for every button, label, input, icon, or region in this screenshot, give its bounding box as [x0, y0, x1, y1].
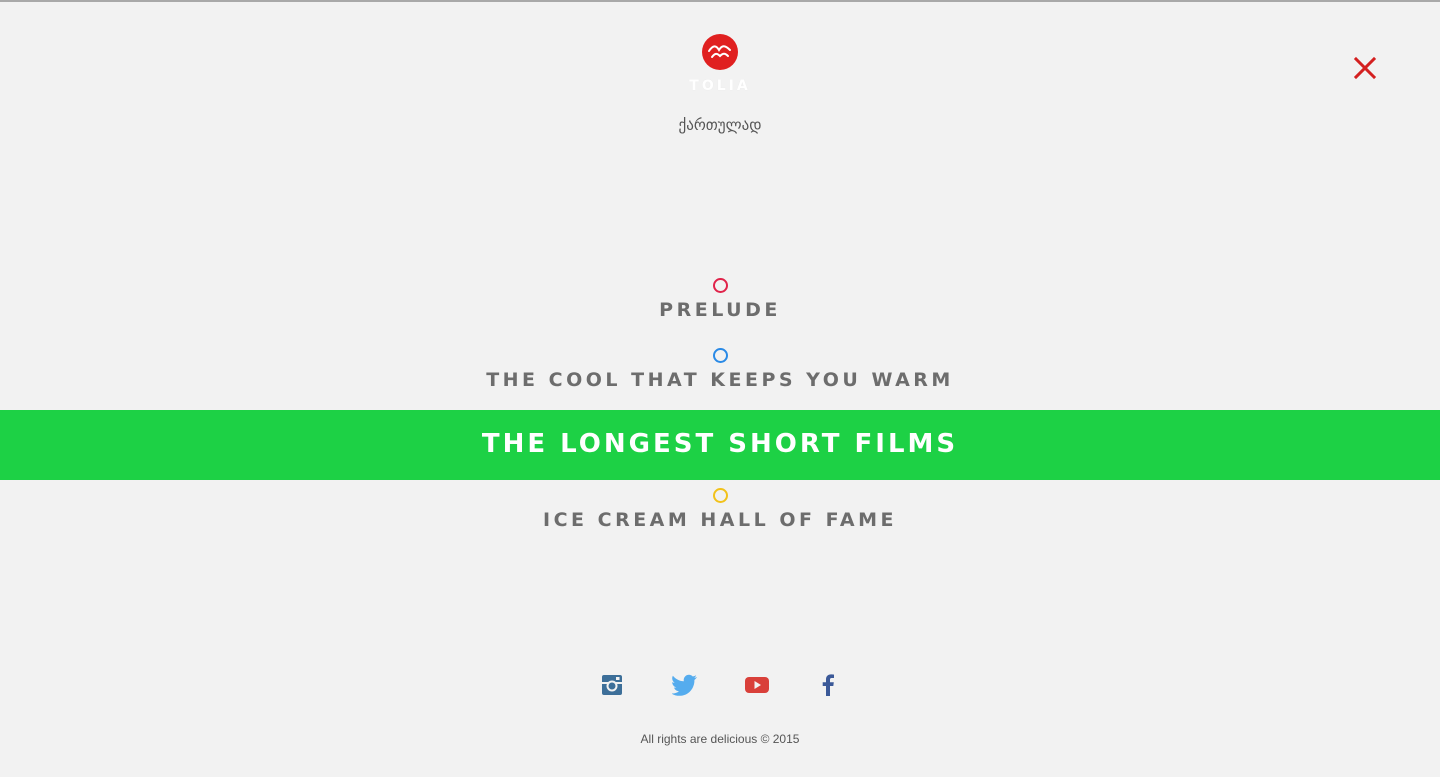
language-switch-link[interactable]: ქართულად — [0, 116, 1440, 134]
instagram-link[interactable] — [599, 672, 625, 698]
instagram-icon — [602, 675, 622, 695]
youtube-link[interactable] — [744, 672, 770, 698]
close-icon — [1353, 56, 1377, 80]
menu-item-label: ICE CREAM HALL OF FAME — [543, 509, 897, 531]
brand-logo[interactable]: TOLIA — [0, 34, 1440, 94]
menu-item-cool-that-keeps-you-warm[interactable]: THE COOL THAT KEEPS YOU WARM — [0, 340, 1440, 410]
menu-item-label: THE LONGEST SHORT FILMS — [481, 429, 959, 459]
twitter-icon — [672, 674, 697, 696]
menu-item-ice-cream-hall-of-fame[interactable]: ICE CREAM HALL OF FAME — [0, 480, 1440, 550]
youtube-icon — [745, 677, 769, 693]
brand-name: TOLIA — [689, 78, 751, 94]
main-menu: PRELUDE THE COOL THAT KEEPS YOU WARM THE… — [0, 270, 1440, 550]
menu-dot-icon — [713, 278, 728, 293]
menu-item-label: THE COOL THAT KEEPS YOU WARM — [486, 369, 954, 391]
menu-item-prelude[interactable]: PRELUDE — [0, 270, 1440, 340]
menu-item-label: PRELUDE — [659, 299, 781, 321]
social-links — [0, 672, 1440, 698]
facebook-icon — [822, 674, 834, 696]
top-border — [0, 0, 1440, 2]
twitter-link[interactable] — [672, 672, 698, 698]
menu-dot-icon — [713, 348, 728, 363]
facebook-link[interactable] — [815, 672, 841, 698]
menu-item-longest-short-films[interactable]: THE LONGEST SHORT FILMS — [0, 410, 1440, 480]
footer-copyright: All rights are delicious © 2015 — [640, 732, 800, 746]
close-button[interactable] — [1353, 56, 1377, 80]
menu-dot-icon — [713, 488, 728, 503]
logo-icon — [702, 34, 738, 70]
